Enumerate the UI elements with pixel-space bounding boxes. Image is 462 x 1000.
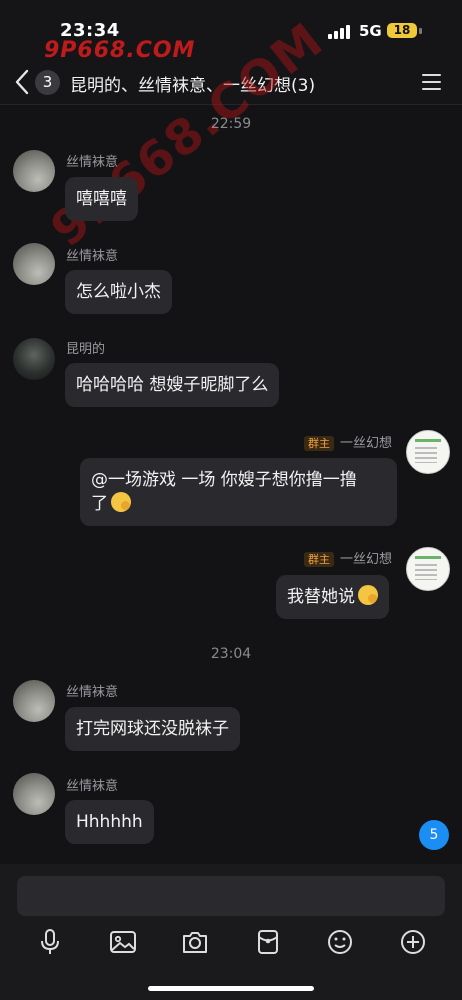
sender-name: 丝情袜意 [66,249,119,264]
status-bar: 23:34 9P668.COM 5G 18 [0,0,462,63]
sender-name: 昆明的 [66,342,106,357]
back-arrow-icon[interactable] [12,69,34,95]
message-bubble[interactable]: 怎么啦小杰 [65,270,172,314]
avatar[interactable] [13,150,55,192]
emoji-icon[interactable] [325,928,355,956]
network-type: 5G [359,22,382,40]
camera-icon[interactable] [180,928,210,956]
message-bubble[interactable]: @一场游戏 一场 你嫂子想你撸一撸 了 [80,458,397,526]
message-bubble[interactable]: 打完网球还没脱袜子 [65,707,240,751]
message-bubble[interactable]: 嘻嘻嘻 [65,177,138,221]
message-text-line: @一场游戏 一场 你嫂子想你撸一撸 [91,470,357,490]
battery-tip [419,28,422,34]
message-text: 我替她说 [287,587,355,607]
owner-badge: 群主 [303,436,334,451]
plus-icon[interactable] [398,928,428,956]
avatar[interactable] [13,680,55,722]
message-bubble[interactable]: 哈哈哈哈 想嫂子昵脚了么 [65,363,280,407]
avatar[interactable] [13,773,55,815]
avatar[interactable] [13,243,55,285]
sender-name-row: 群主 一丝幻想 [303,548,392,567]
message-bubble[interactable]: Hhhhhh [65,800,154,844]
message-input[interactable] [17,876,445,916]
signal-icon [328,25,352,39]
unread-count-badge[interactable]: 3 [35,70,60,95]
sender-name-row: 群主 一丝幻想 [303,432,392,451]
sender-name: 一丝幻想 [339,436,392,451]
sender-name: 一丝幻想 [339,552,392,567]
message-text: 了 [91,494,108,514]
message-bubble[interactable]: 我替她说 [276,575,389,619]
avatar[interactable] [406,430,450,474]
timestamp: 23:04 [210,646,252,662]
home-indicator[interactable] [148,986,314,991]
watermark-top: 9P668.COM [44,38,196,63]
avatar[interactable] [406,547,450,591]
new-messages-badge[interactable]: 5 [419,820,449,850]
image-icon[interactable] [108,928,138,956]
battery-icon: 18 [387,23,417,38]
menu-icon[interactable] [420,72,444,92]
timestamp: 22:59 [210,116,252,132]
microphone-icon[interactable] [35,928,65,956]
composer [0,864,462,1000]
red-packet-icon[interactable] [253,928,283,956]
message-text-line: 了 [91,492,386,516]
thinking-face-emoji-icon [111,492,131,512]
sender-name: 丝情袜意 [66,779,119,794]
avatar[interactable] [13,338,55,380]
owner-badge: 群主 [303,552,334,567]
thinking-face-emoji-icon [358,585,378,605]
sender-name: 丝情袜意 [66,685,119,700]
sender-name: 丝情袜意 [66,155,119,170]
